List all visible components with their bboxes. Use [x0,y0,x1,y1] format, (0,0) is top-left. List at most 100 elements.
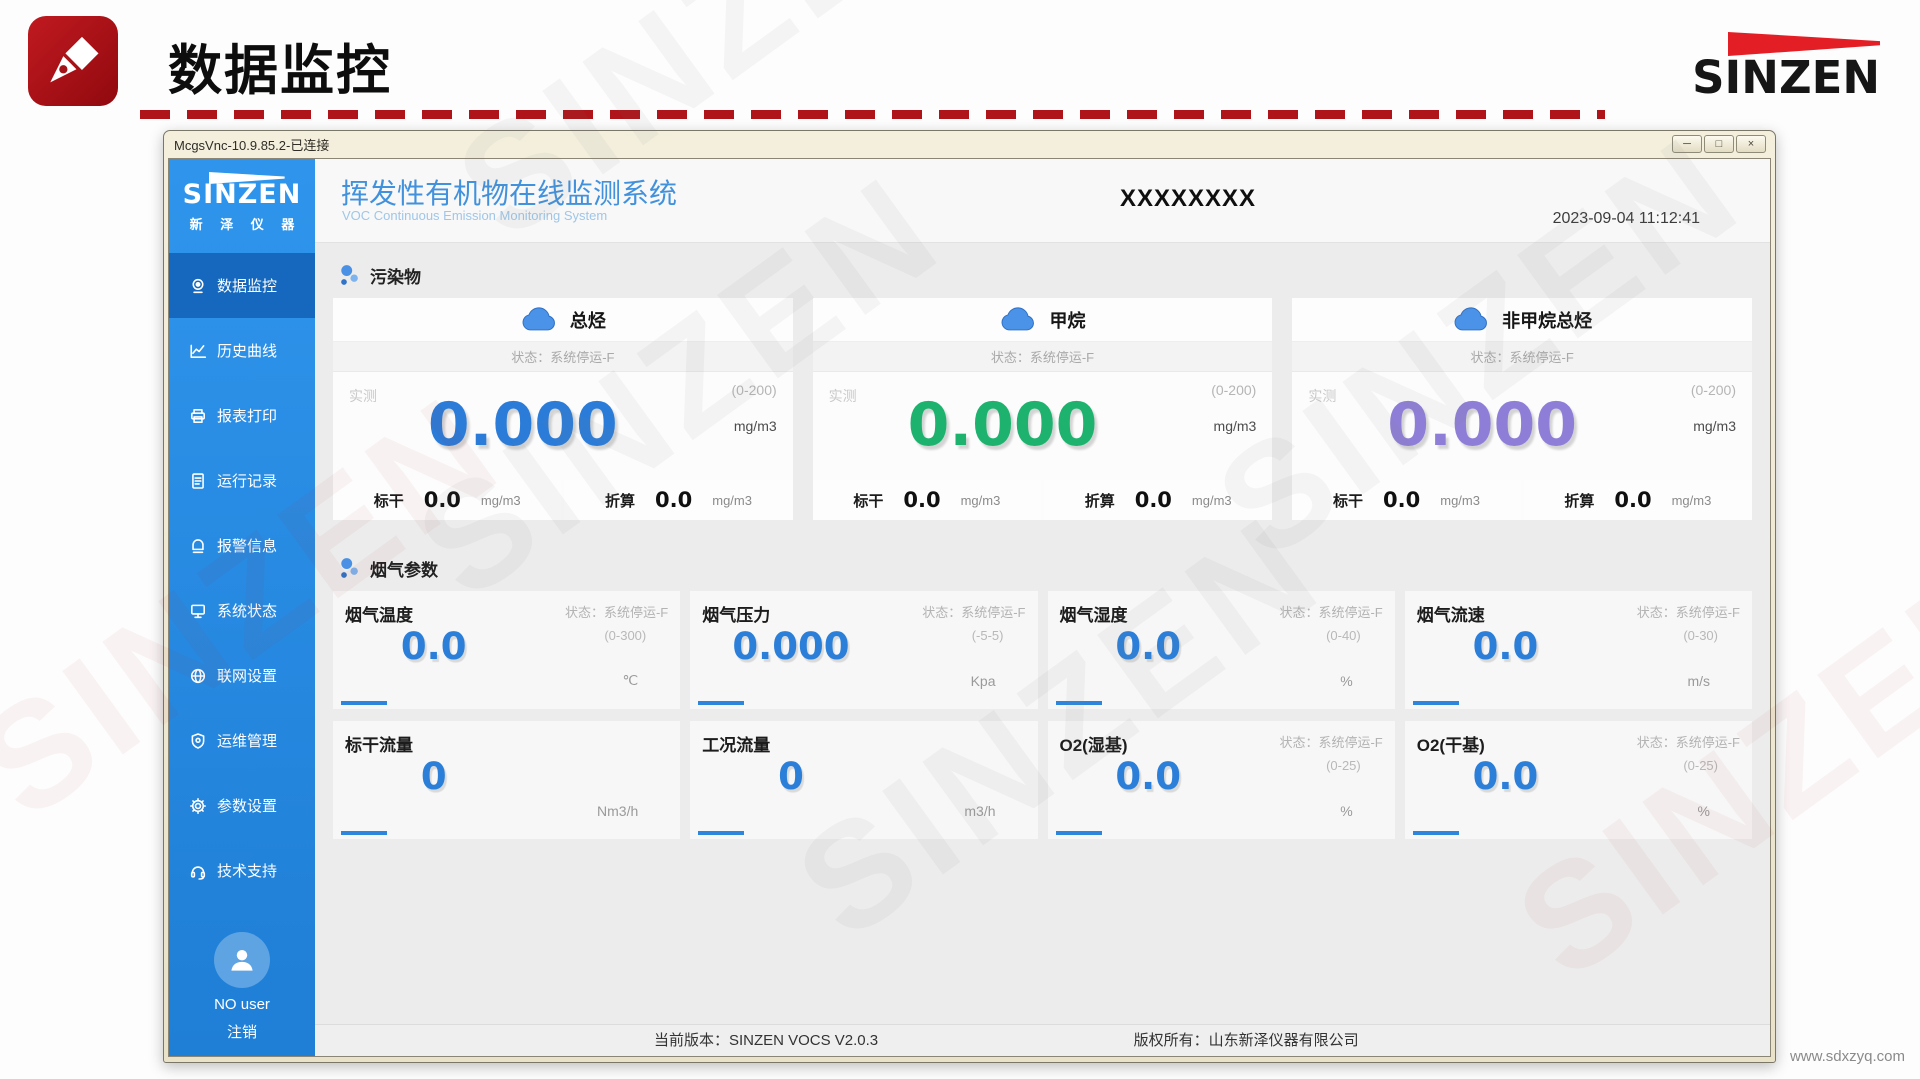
sidebar-item-label: 参数设置 [217,795,277,816]
tile-accent-bar [698,831,744,835]
measure-unit: mg/m3 [734,418,777,434]
sidebar-item-ops-management[interactable]: 运维管理 [169,708,315,773]
tile-value: 0.0 [1048,755,1249,798]
tile-status: 状态：系统停运-F [1637,732,1740,751]
user-avatar[interactable] [214,932,270,988]
tile-accent-bar [1413,701,1459,705]
card-status: 状态：系统停运-F [813,342,1273,372]
station-name: XXXXXXXX [1120,185,1256,213]
sinzen-logo: SINZEN [1680,44,1880,104]
sidebar-item-data-monitor[interactable]: 数据监控 [169,253,315,318]
sidebar-item-history-curve[interactable]: 历史曲线 [169,318,315,383]
sidebar-logo: SINZEN 新 泽 仪 器 [169,159,315,253]
pen-badge-icon [28,16,118,106]
version-text: 当前版本：SINZEN VOCS V2.0.3 [654,1025,878,1056]
cloud-icon [520,307,558,332]
slide-page: 数据监控 SINZEN www.sdxzyq.com McgsVnc-10.9.… [0,0,1920,1079]
card-title: 甲烷 [1049,307,1085,333]
pollutant-card-nmhc: 非甲烷总烃 状态：系统停运-F 实测 0.000 (0-200) mg/m3 [1292,298,1752,520]
tile-status: 状态：系统停运-F [565,602,668,621]
tile-name: 标干流量 [345,731,668,756]
tile-value: 0.0 [1405,755,1606,798]
tile-standard-dry-flow: 标干流量 0 Nm3/h [333,721,680,839]
tile-status: 状态：系统停运-F [1279,732,1382,751]
sidebar-user-block: NO user 注销 [169,922,315,1056]
measure-unit: mg/m3 [1693,418,1736,434]
sidebar-item-parameter-settings[interactable]: 参数设置 [169,773,315,838]
sidebar-item-report-print[interactable]: 报表打印 [169,383,315,448]
converted-cell: 折算 0.0 mg/m3 [1524,480,1752,520]
app-footer: 当前版本：SINZEN VOCS V2.0.3 版权所有：山东新泽仪器有限公司 [315,1024,1770,1056]
standard-dry-cell: 标干 0.0 mg/m3 [1292,480,1520,520]
pen-nib-icon [42,30,104,92]
tile-value: 0 [690,755,891,798]
sidebar-item-label: 技术支持 [217,860,277,881]
measured-value: 0.000 [813,372,1273,478]
tile-accent-bar [1413,831,1459,835]
sidebar-item-run-log[interactable]: 运行记录 [169,448,315,513]
system-subtitle: VOC Continuous Emission Monitoring Syste… [342,208,607,223]
measure-range: (0-200) [1211,382,1256,398]
pollutants-section-header: 污染物 [339,263,1752,288]
tile-accent-bar [341,831,387,835]
tile-accent-bar [698,701,744,705]
tile-range: (0-40) [1326,628,1361,643]
datetime-display: 2023-09-04 11:12:41 [1553,210,1700,228]
headset-icon [189,862,207,880]
tile-unit: Nm3/h [597,803,638,819]
tile-unit: m3/h [964,803,995,819]
dots-icon [339,557,361,581]
tile-range: (0-25) [1683,758,1718,773]
person-icon [225,943,259,977]
flue-section-label: 烟气参数 [370,556,438,581]
measure-unit: mg/m3 [1214,418,1257,434]
tile-unit: m/s [1687,673,1710,689]
close-button[interactable]: × [1736,135,1766,153]
sidebar-item-network-settings[interactable]: 联网设置 [169,643,315,708]
sidebar-logo-text: SINZEN [183,179,302,210]
flue-section-header: 烟气参数 [339,556,1752,581]
minimize-button[interactable]: ─ [1672,135,1702,153]
dashed-divider [140,110,1605,119]
converted-cell: 折算 0.0 mg/m3 [1044,480,1272,520]
pollutant-cards: 总烃 状态：系统停运-F 实测 0.000 (0-200) mg/m3 [333,298,1752,520]
pollutant-card-thc: 总烃 状态：系统停运-F 实测 0.000 (0-200) mg/m3 [333,298,793,520]
measured-value: 0.000 [1292,372,1752,478]
sidebar-item-alarm-info[interactable]: 报警信息 [169,513,315,578]
maximize-button[interactable]: □ [1704,135,1734,153]
standard-dry-cell: 标干 0.0 mg/m3 [333,480,561,520]
tile-unit: % [1340,803,1352,819]
window-content: SINZEN 新 泽 仪 器 数据监控 历史曲线 报表打印 [168,158,1771,1057]
tile-status: 状态：系统停运-F [1637,602,1740,621]
tile-o2-dry: O2(干基) 状态：系统停运-F (0-25) 0.0 % [1405,721,1752,839]
tile-flue-humidity: 烟气湿度 状态：系统停运-F (0-40) 0.0 % [1048,591,1395,709]
logout-link[interactable]: 注销 [227,1021,257,1042]
tile-status: 状态：系统停运-F [922,602,1025,621]
sidebar-item-label: 报表打印 [217,405,277,426]
card-title: 非甲烷总烃 [1502,307,1592,333]
converted-cell: 折算 0.0 mg/m3 [564,480,792,520]
tile-value: 0.0 [1405,625,1606,668]
tile-value: 0.0 [1048,625,1249,668]
tile-accent-bar [341,701,387,705]
card-title: 总烃 [570,307,606,333]
copyright-text: 版权所有：山东新泽仪器有限公司 [1134,1025,1359,1056]
measure-range: (0-200) [1691,382,1736,398]
sidebar-item-tech-support[interactable]: 技术支持 [169,838,315,903]
vnc-window: McgsVnc-10.9.85.2-已连接 ─ □ × SINZEN 新 泽 仪… [163,130,1776,1063]
alarm-bell-icon [189,537,207,555]
tile-name: 工况流量 [702,731,1025,756]
window-titlebar[interactable]: McgsVnc-10.9.85.2-已连接 ─ □ × [164,131,1775,158]
window-title: McgsVnc-10.9.85.2-已连接 [174,135,329,154]
tile-flue-temperature: 烟气温度 状态：系统停运-F (0-300) 0.0 ℃ [333,591,680,709]
sidebar-item-system-status[interactable]: 系统状态 [169,578,315,643]
gear-icon [189,797,207,815]
tile-unit: Kpa [971,673,996,689]
shield-icon [189,732,207,750]
measure-range: (0-200) [732,382,777,398]
card-status: 状态：系统停运-F [1292,342,1752,372]
dashboard-body: 污染物 总烃 状态：系统停运-F 实测 0.000 [315,243,1770,1024]
tile-range: (0-25) [1326,758,1361,773]
tile-accent-bar [1056,701,1102,705]
globe-network-icon [189,667,207,685]
